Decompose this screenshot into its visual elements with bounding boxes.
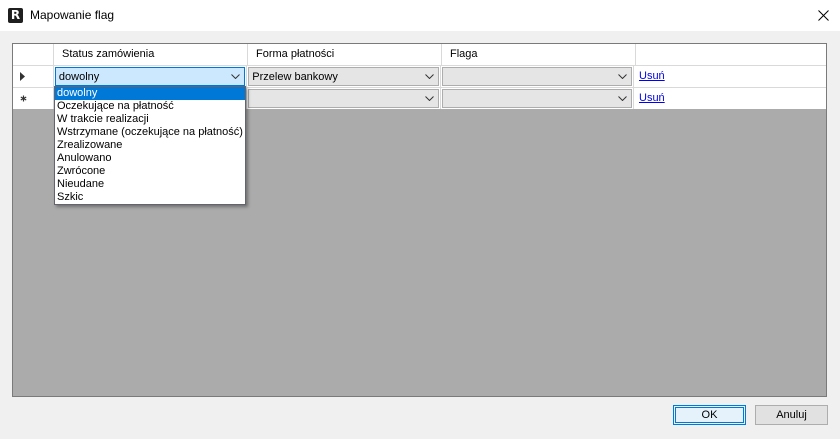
flag-select[interactable] (441, 67, 633, 86)
dropdown-option[interactable]: Zwrócone (55, 165, 245, 178)
status-select[interactable]: dowolny (54, 67, 246, 86)
chevron-down-icon[interactable] (421, 68, 438, 85)
app-logo-icon: R (8, 8, 23, 23)
column-header-status[interactable]: Status zamówienia (54, 44, 248, 65)
payment-cell[interactable]: Przelew bankowy (247, 66, 441, 87)
table-row[interactable]: dowolny Przelew bankowy (13, 65, 635, 87)
chevron-down-icon[interactable] (614, 90, 631, 107)
dropdown-option[interactable]: W trakcie realizacji (55, 113, 245, 126)
dropdown-option[interactable]: Zrealizowane (55, 139, 245, 152)
dropdown-option[interactable]: Wstrzymane (oczekujące na płatność) (55, 126, 245, 139)
payment-cell[interactable] (247, 88, 441, 109)
column-header-flag[interactable]: Flaga (442, 44, 636, 65)
new-row-asterisk-icon (20, 95, 27, 102)
close-button[interactable] (806, 0, 840, 31)
delete-link[interactable]: Usuń (639, 92, 665, 104)
delete-link[interactable]: Usuń (639, 70, 665, 82)
flag-cell[interactable] (441, 66, 635, 87)
close-icon (817, 10, 829, 21)
ok-button[interactable]: OK (673, 405, 746, 425)
status-dropdown-list[interactable]: dowolny Oczekujące na płatność W trakcie… (54, 86, 246, 205)
dropdown-option[interactable]: Anulowano (55, 152, 245, 165)
payment-select-value: Przelew bankowy (252, 70, 338, 83)
payment-select[interactable] (248, 89, 439, 108)
action-cell: Usuń (634, 87, 826, 109)
current-row-arrow-icon (20, 72, 25, 81)
window-title: Mapowanie flag (30, 8, 115, 22)
chevron-down-icon[interactable] (421, 90, 438, 107)
grid-header: Status zamówienia Forma płatności Flaga (13, 44, 826, 65)
row-header[interactable] (13, 66, 54, 87)
dropdown-option[interactable]: Oczekujące na płatność (55, 100, 245, 113)
status-select-value: dowolny (58, 70, 100, 83)
flag-cell[interactable] (441, 88, 635, 109)
flag-select[interactable] (441, 89, 633, 108)
row-header-corner (13, 44, 54, 65)
dropdown-option[interactable]: dowolny (55, 87, 245, 100)
dropdown-option[interactable]: Szkic (55, 191, 245, 204)
action-cell: Usuń (634, 65, 826, 87)
row-header[interactable] (13, 88, 54, 109)
column-header-action (636, 44, 826, 65)
column-header-payment[interactable]: Forma płatności (248, 44, 442, 65)
dropdown-option[interactable]: Nieudane (55, 178, 245, 191)
status-cell[interactable]: dowolny (54, 66, 248, 87)
cancel-button[interactable]: Anuluj (755, 405, 828, 425)
chevron-down-icon[interactable] (227, 68, 244, 85)
payment-select[interactable]: Przelew bankowy (248, 67, 439, 86)
chevron-down-icon[interactable] (614, 68, 631, 85)
title-bar: R Mapowanie flag (0, 0, 840, 31)
